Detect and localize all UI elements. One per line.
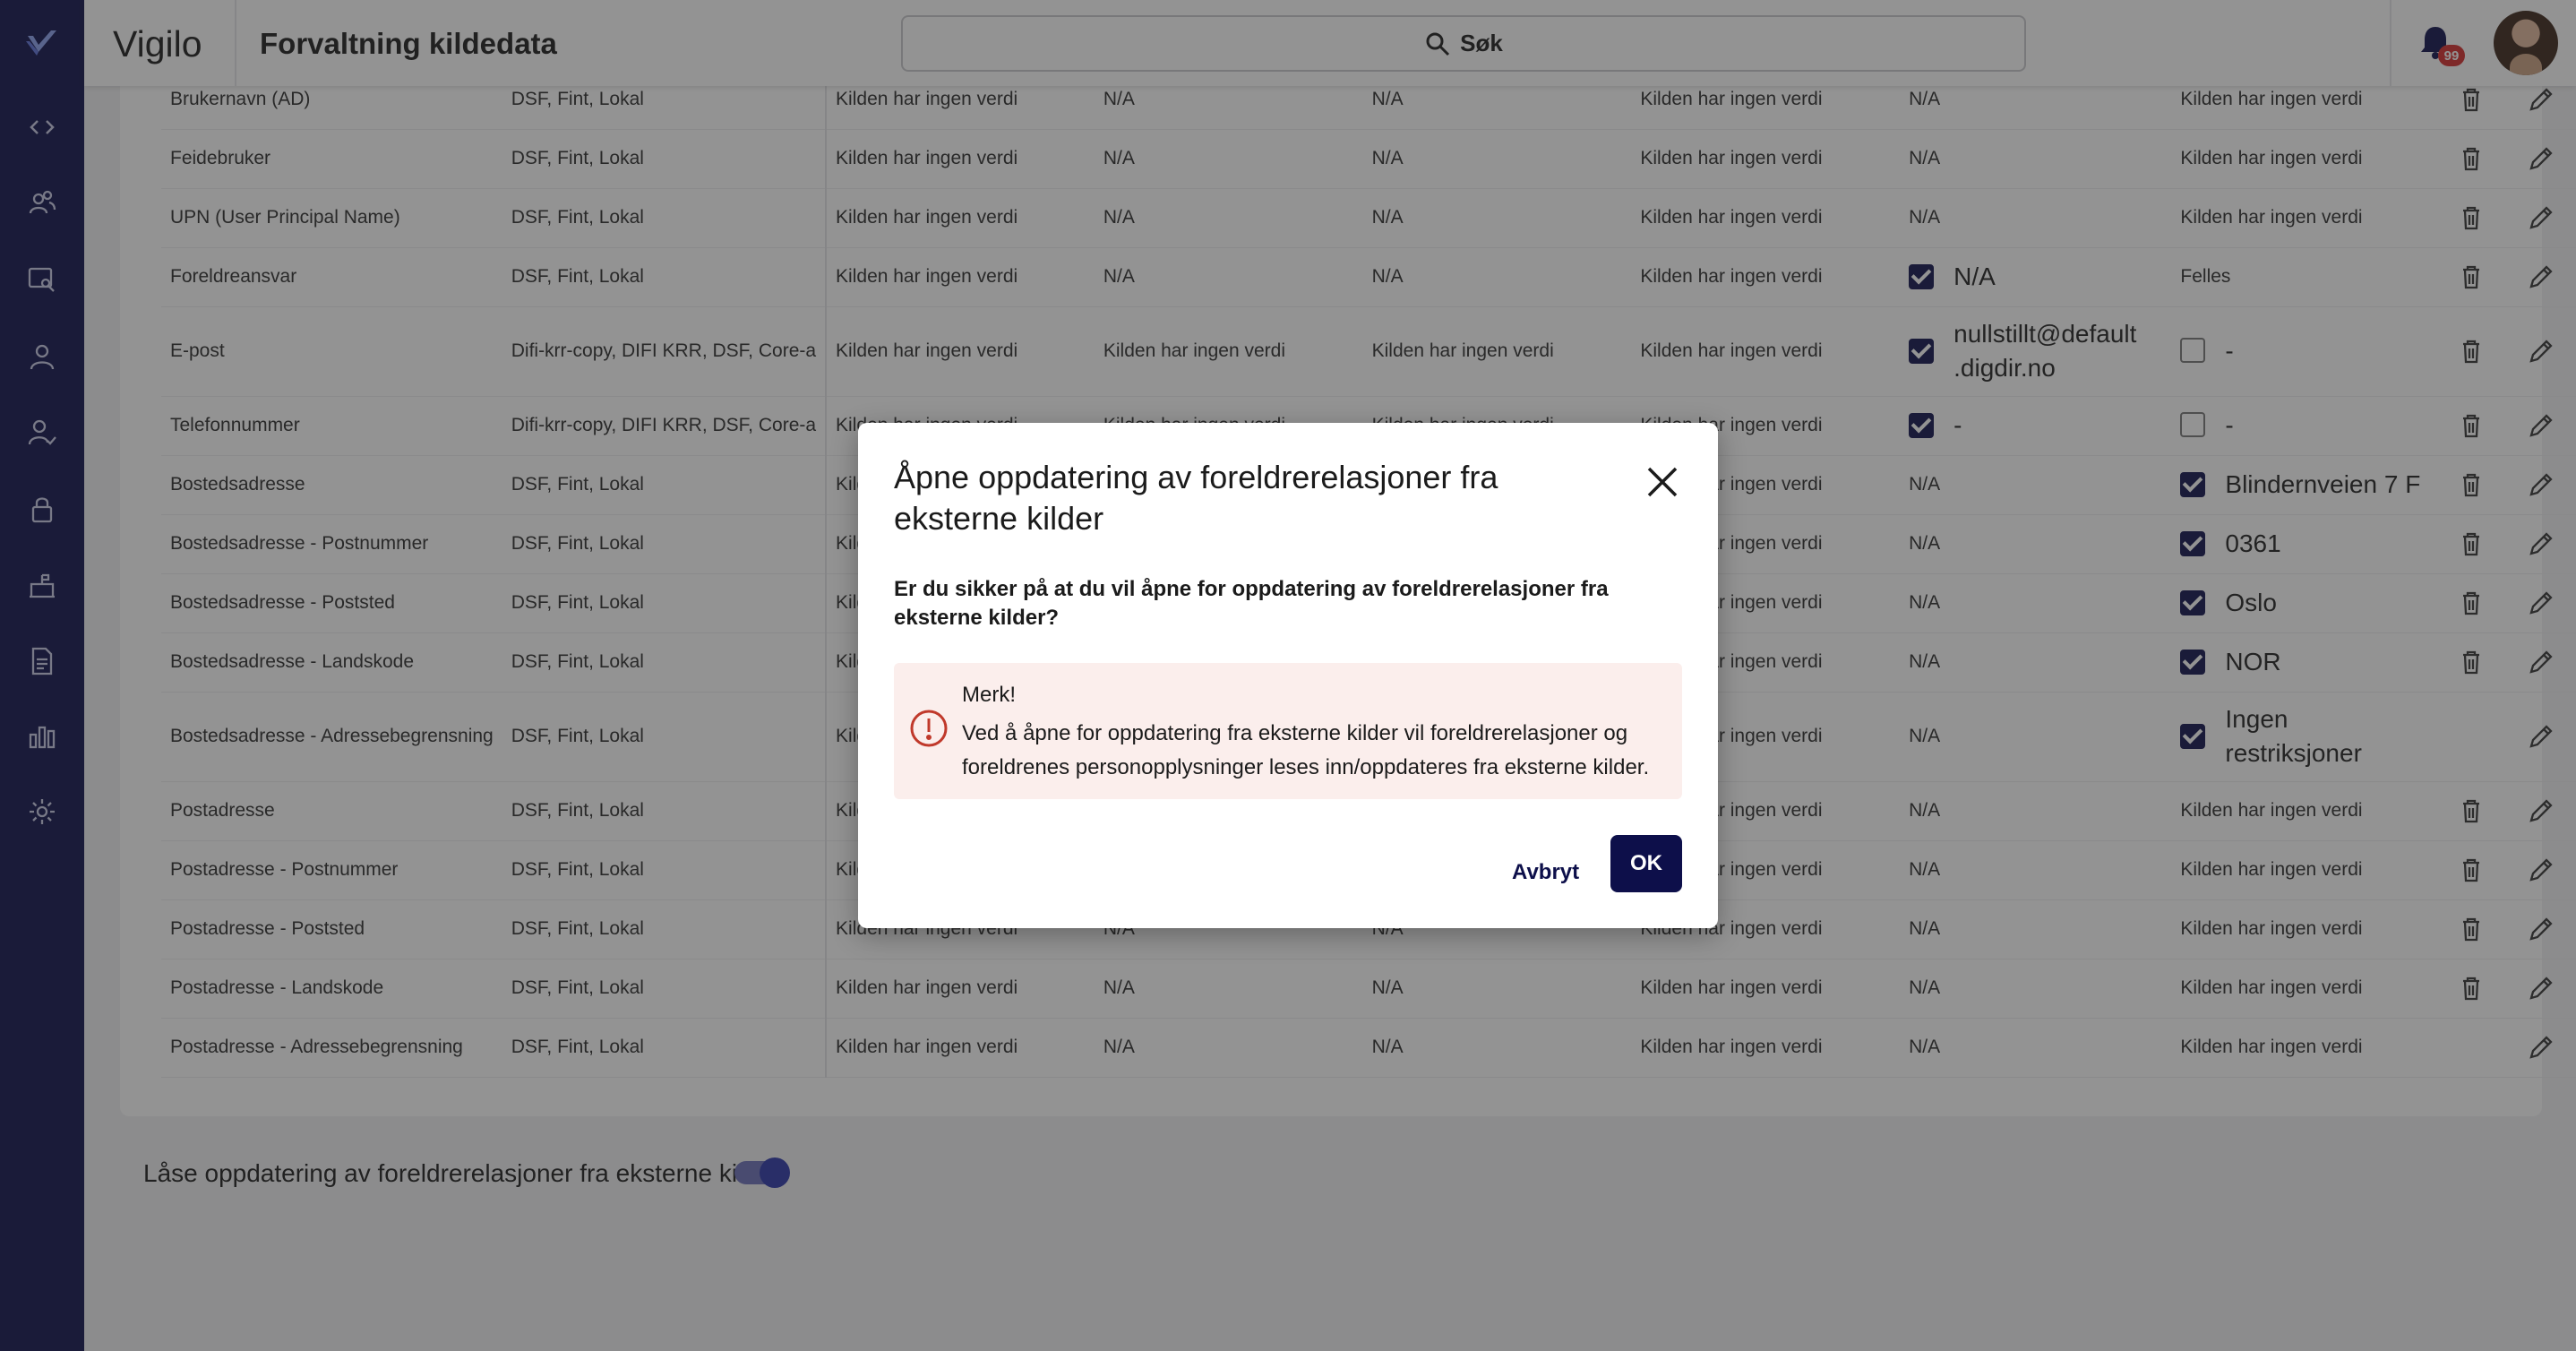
dialog-question: Er du sikker på at du vil åpne for oppda… [894, 577, 1609, 631]
alert-heading: Merk! [962, 683, 1016, 707]
confirm-dialog: Åpne oppdatering av foreldrerelasjoner f… [858, 423, 1718, 928]
alert-text: Ved å åpne for oppdatering fra eksterne … [962, 721, 1650, 780]
exclamation-icon [910, 710, 948, 747]
dialog-title: Åpne oppdatering av foreldrerelasjoner f… [894, 459, 1498, 537]
cancel-button[interactable]: Avbryt [1503, 844, 1588, 901]
close-icon [1647, 467, 1678, 497]
ok-button[interactable]: OK [1610, 835, 1682, 892]
close-button[interactable] [1639, 459, 1686, 505]
warning-alert: Merk! Ved å åpne for oppdatering fra eks… [894, 663, 1682, 799]
